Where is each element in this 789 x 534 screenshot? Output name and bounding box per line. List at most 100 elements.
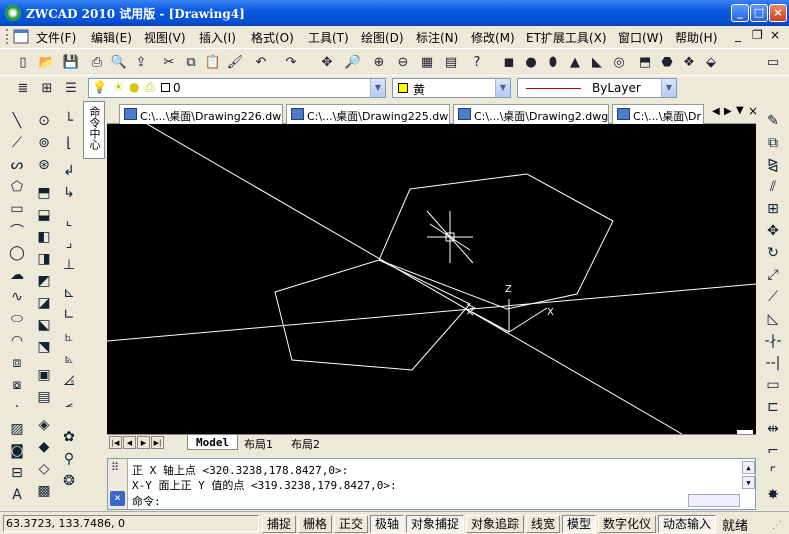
cone-icon[interactable]: ▲ <box>566 53 584 71</box>
document-tab[interactable]: C:\...\桌面\Drawing225.dwg <box>286 104 450 124</box>
lineweight-toggle[interactable]: 线宽 <box>526 515 560 533</box>
solid-union-icon[interactable]: ◩ <box>34 271 54 291</box>
circle-icon[interactable]: ◯ <box>7 243 27 263</box>
ucs-x-icon[interactable]: ⦜ <box>59 327 79 347</box>
array-icon[interactable]: ⊞ <box>763 199 783 219</box>
paste-icon[interactable]: 📋 <box>204 53 222 71</box>
menu-format[interactable]: 格式(O) <box>251 29 294 46</box>
join-icon[interactable]: ⇹ <box>763 419 783 439</box>
resize-grip-icon[interactable]: ⋰ <box>772 520 782 531</box>
multiline-text-icon[interactable]: A <box>7 485 27 505</box>
open-file-icon[interactable]: 📂 <box>38 53 56 71</box>
model-toggle[interactable]: 模型 <box>562 515 596 533</box>
drawing-canvas[interactable]: Z X <box>107 124 756 434</box>
undo-icon[interactable]: ↶ <box>252 53 270 71</box>
ellipse-icon[interactable]: ⬭ <box>7 309 27 329</box>
ortho-toggle[interactable]: 正交 <box>334 515 368 533</box>
new-file-icon[interactable]: ▯ <box>14 53 32 71</box>
menu-window[interactable]: 窗口(W) <box>618 29 663 46</box>
ucs-face-icon[interactable]: ↳ <box>59 183 79 203</box>
union-icon[interactable]: ❖ <box>680 53 698 71</box>
subtract-icon[interactable]: ⬙ <box>702 53 720 71</box>
linetype-dropdown-arrow-icon[interactable]: ▼ <box>661 79 676 97</box>
erase-icon[interactable]: ✎ <box>763 111 783 131</box>
document-tab[interactable]: C:\...\桌面\Dr <box>612 104 704 124</box>
ucs-apply-icon[interactable]: ⦟ <box>59 393 79 413</box>
solid-check-icon[interactable]: ▣ <box>34 365 54 385</box>
zoom-previous-icon[interactable]: ⊖ <box>394 53 412 71</box>
cmd-scroll-up-icon[interactable]: ▲ <box>742 461 755 474</box>
polar-toggle[interactable]: 极轴 <box>370 515 404 533</box>
color-dropdown-arrow-icon[interactable]: ▼ <box>495 79 510 97</box>
ucs-object-icon[interactable]: ⌞ <box>59 211 79 231</box>
polygon-icon[interactable]: ⬠ <box>7 177 27 197</box>
solid-box-icon[interactable]: ⬒ <box>34 183 54 203</box>
command-line-close-icon[interactable]: × <box>110 491 125 506</box>
lights-icon[interactable]: ◇ <box>34 459 54 479</box>
color-dropdown[interactable]: 黄 ▼ <box>392 78 511 98</box>
stretch-icon[interactable]: ⟋ <box>763 287 783 307</box>
extrude-icon[interactable]: ⬒ <box>636 53 654 71</box>
linetype-dropdown[interactable]: ByLayer ▼ <box>517 78 677 98</box>
spline-icon[interactable]: ∿ <box>7 287 27 307</box>
otrack-toggle[interactable]: 对象追踪 <box>466 515 524 533</box>
rotate-icon[interactable]: ↻ <box>763 243 783 263</box>
mdi-minimize-button[interactable]: _ <box>735 28 741 42</box>
layer-previous-icon[interactable]: ☰ <box>62 79 80 97</box>
chamfer-icon[interactable]: ⌐ <box>763 441 783 461</box>
sphere-icon[interactable]: ● <box>522 53 540 71</box>
print-preview-icon[interactable]: 🔍 <box>110 53 128 71</box>
solid-edit-icon[interactable]: ⬓ <box>34 205 54 225</box>
tab-layout1[interactable]: 布局1 <box>236 435 281 451</box>
osnap-toggle[interactable]: 对象捕捉 <box>406 515 464 533</box>
materials-icon[interactable]: ◆ <box>34 437 54 457</box>
document-tab[interactable]: C:\...\桌面\Drawing226.dwg <box>119 104 283 124</box>
print-icon[interactable]: ⎙ <box>88 53 106 71</box>
design-center-icon[interactable]: ▤ <box>442 53 460 71</box>
menu-file[interactable]: 文件(F) <box>36 29 76 46</box>
next-layout-icon[interactable]: ▶ <box>137 436 150 449</box>
menu-insert[interactable]: 插入(I) <box>199 29 236 46</box>
mdi-restore-button[interactable]: ❐ <box>752 28 763 42</box>
explode-icon[interactable]: ✸ <box>763 485 783 505</box>
insert-block-icon[interactable]: ⧈ <box>7 353 27 373</box>
mirror-icon[interactable]: ⧎ <box>763 155 783 175</box>
rectangle-icon[interactable]: ▭ <box>7 199 27 219</box>
close-button[interactable]: × <box>769 4 787 22</box>
cmd-scroll-down-icon[interactable]: ▼ <box>742 476 755 489</box>
ucs-zaxis-icon[interactable]: ⊾ <box>59 283 79 303</box>
revolve-icon[interactable]: ⬣ <box>658 53 676 71</box>
zoom-realtime-side-icon[interactable]: ⚲ <box>59 449 79 469</box>
mdi-close-button[interactable]: × <box>770 28 780 42</box>
solid-slice-icon[interactable]: ◨ <box>34 249 54 269</box>
layer-manager-icon[interactable]: ≣ <box>14 79 32 97</box>
box-icon[interactable]: ◼ <box>500 53 518 71</box>
ellipse-arc-icon[interactable]: ◠ <box>7 331 27 351</box>
tab-scroll-left-icon[interactable]: ◀ <box>712 106 720 117</box>
copy-icon[interactable]: ⧉ <box>182 53 200 71</box>
menu-dimension[interactable]: 标注(N) <box>416 29 458 46</box>
lengthen-icon[interactable]: ◺ <box>763 309 783 329</box>
zoom-window-icon[interactable]: ⊕ <box>370 53 388 71</box>
dynamic-input-toggle[interactable]: 动态输入 <box>658 515 716 533</box>
publish-icon[interactable]: ⇪ <box>132 53 150 71</box>
solid-face-icon[interactable]: ◧ <box>34 227 54 247</box>
tab-layout2[interactable]: 布局2 <box>283 435 328 451</box>
menu-view[interactable]: 视图(V) <box>144 29 186 46</box>
line-icon[interactable]: ╲ <box>7 111 27 131</box>
command-center-tab[interactable]: 命令中心 <box>83 101 105 159</box>
ucs-y-icon[interactable]: ⦝ <box>59 349 79 369</box>
offset-icon[interactable]: ⫽ <box>763 177 783 197</box>
tab-scroll-right-icon[interactable]: ▶ <box>724 106 732 117</box>
break-at-point-icon[interactable]: ⊏ <box>763 397 783 417</box>
ucs-icon[interactable]: └ <box>59 111 79 131</box>
make-block-icon[interactable]: ⧇ <box>7 375 27 395</box>
command-prompt[interactable]: 命令: <box>132 493 161 509</box>
fillet-icon[interactable]: ⌜ <box>763 463 783 483</box>
menu-edit[interactable]: 编辑(E) <box>91 29 132 46</box>
save-icon[interactable]: 💾 <box>62 53 80 71</box>
tablet-toggle[interactable]: 数字化仪 <box>598 515 656 533</box>
menu-draw[interactable]: 绘图(D) <box>361 29 404 46</box>
ucs-z-icon[interactable]: ⦞ <box>59 371 79 391</box>
help-icon[interactable]: ? <box>468 53 486 71</box>
